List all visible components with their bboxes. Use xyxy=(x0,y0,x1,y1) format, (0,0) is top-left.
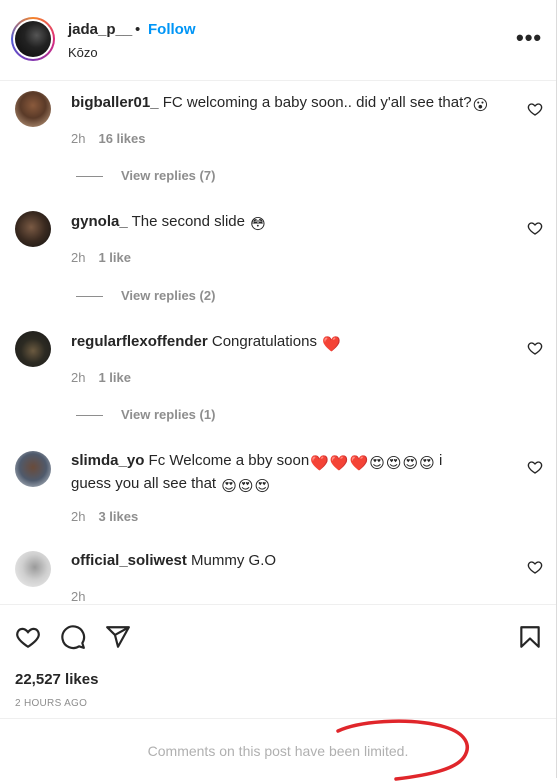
comment-meta: 2h 1 like xyxy=(71,250,131,265)
comment-body: official_soliwest Mummy G.O xyxy=(71,551,501,571)
comment-text: Mummy G.O xyxy=(191,552,277,569)
comment-time: 2h xyxy=(71,250,86,265)
likes-count[interactable]: 22,527 likes xyxy=(15,671,98,688)
separator-dot: • xyxy=(135,21,141,38)
comment-heart-icon[interactable] xyxy=(527,559,543,575)
author-avatar[interactable] xyxy=(11,17,55,61)
more-options-icon[interactable]: ••• xyxy=(516,27,542,49)
comment-meta: 2h 3 likes xyxy=(71,509,138,524)
emoji-flushed: 😳 xyxy=(250,216,266,233)
commenter-avatar[interactable] xyxy=(15,91,51,127)
comment-meta: 2h 16 likes xyxy=(71,131,145,146)
comment-username[interactable]: bigballer01_ xyxy=(71,94,159,111)
comment-username[interactable]: slimda_yo xyxy=(71,452,144,469)
emoji-heart-eyes: 😍 xyxy=(221,478,237,495)
comment-text-end: i xyxy=(438,452,443,469)
post-location[interactable]: Kōzo xyxy=(68,45,98,60)
view-replies-button[interactable]: View replies (1) xyxy=(76,407,215,422)
post-actions: 22,527 likes 2 HOURS AGO Comments on thi… xyxy=(0,604,556,781)
comment-body: slimda_yo Fc Welcome a bby soon❤️❤️❤️😍😍😍… xyxy=(71,451,501,497)
emoji-heart-eyes: 😍 xyxy=(369,455,385,472)
comment-heart-icon[interactable] xyxy=(527,101,543,117)
comment-likes[interactable]: 16 likes xyxy=(98,131,145,146)
commenter-avatar[interactable] xyxy=(15,211,51,247)
comment-heart-icon[interactable] xyxy=(527,340,543,356)
comment-text: FC welcoming a baby soon.. did y'all see… xyxy=(162,94,472,111)
comment-time: 2h xyxy=(71,370,86,385)
post-panel: jada_p__ • Follow Kōzo ••• bigballer01_ … xyxy=(0,0,557,781)
emoji-red-heart: ❤️ xyxy=(310,455,329,472)
emoji-red-heart: ❤️ xyxy=(329,455,349,472)
view-replies-label: View replies (1) xyxy=(121,407,216,422)
comment-time: 2h xyxy=(71,589,86,603)
view-replies-label: View replies (2) xyxy=(121,288,216,303)
comment-text: Congratulations xyxy=(211,333,317,350)
comment-username[interactable]: regularflexoffender xyxy=(71,333,208,350)
view-replies-label: View replies (7) xyxy=(121,168,216,183)
commenter-avatar[interactable] xyxy=(15,331,51,367)
comment-text-line2: guess you all see that xyxy=(71,475,217,492)
comments-list[interactable]: bigballer01_ FC welcoming a baby soon.. … xyxy=(0,81,556,603)
share-icon[interactable] xyxy=(105,624,131,650)
comment-meta: 2h 1 like xyxy=(71,370,131,385)
comment-time: 2h xyxy=(71,509,86,524)
comment-text: Fc Welcome a bby soon xyxy=(148,452,310,469)
comment-likes[interactable]: 3 likes xyxy=(98,509,138,524)
comment-body: bigballer01_ FC welcoming a baby soon.. … xyxy=(71,93,501,116)
view-replies-button[interactable]: View replies (2) xyxy=(76,288,215,303)
emoji-red-heart: ❤️ xyxy=(349,455,369,472)
post-header: jada_p__ • Follow Kōzo ••• xyxy=(0,0,556,81)
comment-body: regularflexoffender Congratulations ❤️ xyxy=(71,332,501,355)
comment-text: The second slide xyxy=(131,213,245,230)
emoji-heart-eyes: 😍 xyxy=(385,455,402,472)
bookmark-icon[interactable] xyxy=(517,624,543,650)
emoji-heart-eyes: 😍 xyxy=(419,455,435,472)
post-timestamp: 2 HOURS AGO xyxy=(15,698,88,709)
comment-likes[interactable]: 1 like xyxy=(98,370,131,385)
emoji-heart-eyes: 😍 xyxy=(254,478,271,495)
comment-heart-icon[interactable] xyxy=(527,459,543,475)
emoji-heart-eyes: 😍 xyxy=(237,478,254,495)
comment-username[interactable]: official_soliwest xyxy=(71,552,187,569)
comment-time: 2h xyxy=(71,131,86,146)
comment-meta: 2h xyxy=(71,589,85,603)
view-replies-button[interactable]: View replies (7) xyxy=(76,168,215,183)
comment-likes[interactable]: 1 like xyxy=(98,250,131,265)
comments-limited-bar: Comments on this post have been limited. xyxy=(0,718,556,781)
commenter-avatar[interactable] xyxy=(15,451,51,487)
comment-body: gynola_ The second slide 😳 xyxy=(71,212,501,235)
comment-icon[interactable] xyxy=(60,624,86,650)
commenter-avatar[interactable] xyxy=(15,551,51,587)
emoji-hushed: 😮 xyxy=(472,97,489,114)
emoji-red-heart: ❤️ xyxy=(322,336,341,353)
follow-button[interactable]: Follow xyxy=(148,21,196,38)
comment-heart-icon[interactable] xyxy=(527,220,543,236)
red-scribble-annotation xyxy=(336,719,469,781)
emoji-heart-eyes: 😍 xyxy=(402,455,419,472)
comment-username[interactable]: gynola_ xyxy=(71,213,128,230)
heart-icon[interactable] xyxy=(15,624,41,650)
author-username[interactable]: jada_p__ xyxy=(68,21,132,38)
